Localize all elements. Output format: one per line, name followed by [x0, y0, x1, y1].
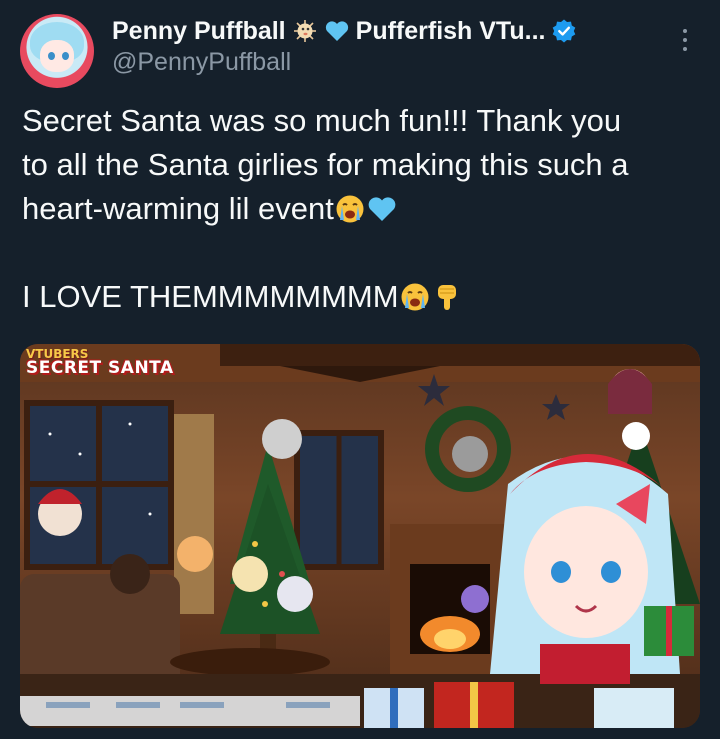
avatar-eye: [62, 52, 69, 60]
author-name-suffix[interactable]: Pufferfish VTu...: [356, 17, 546, 46]
pointing-down-icon: [431, 281, 463, 313]
dot: [683, 37, 687, 42]
secret-santa-logo: VTUBERS SECRET SANTA: [26, 348, 174, 377]
light-blue-heart-icon: [366, 193, 398, 225]
tweet-line: Secret Santa was so much fun!!! Thank yo…: [22, 103, 622, 138]
tweet-line-text: I LOVE THEMMMMMMMM: [22, 279, 399, 314]
author-display-name[interactable]: Penny Puffball: [112, 17, 286, 46]
logo-line2: SECRET SANTA: [26, 358, 174, 378]
crying-face-icon: [399, 281, 431, 313]
author-name-row[interactable]: Penny Puffball Pufferfish VTu...: [112, 14, 577, 48]
more-options-icon[interactable]: [675, 26, 695, 54]
media-illustration: [20, 344, 700, 728]
verified-badge-icon: [551, 18, 577, 44]
dot: [683, 28, 687, 33]
tweet-line-with-emojis: I LOVE THEMMMMMMMM: [22, 275, 702, 319]
avatar-eye: [48, 52, 55, 60]
tweet-line-text: heart-warming lil event: [22, 191, 334, 226]
tweet-line: to all the Santa girlies for making this…: [22, 147, 629, 182]
author-handle[interactable]: @PennyPuffball: [112, 48, 291, 77]
tweet-line-with-emojis: heart-warming lil event: [22, 187, 702, 231]
tweet-text: Secret Santa was so much fun!!! Thank yo…: [22, 99, 702, 319]
tweet-media-image[interactable]: VTUBERS SECRET SANTA: [20, 344, 700, 728]
pufferfish-icon: [292, 18, 318, 44]
dot: [683, 47, 687, 52]
light-blue-heart-icon: [324, 18, 350, 44]
crying-face-icon: [334, 193, 366, 225]
author-avatar[interactable]: [20, 14, 94, 88]
